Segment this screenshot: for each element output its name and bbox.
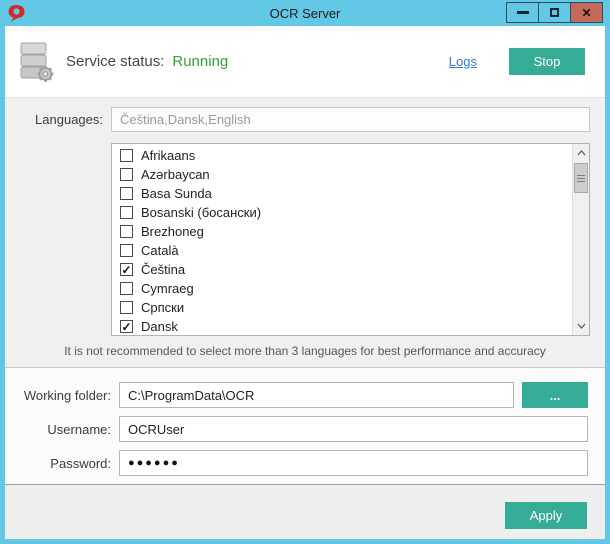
working-folder-field[interactable] [119, 382, 514, 408]
checkbox-checked-icon[interactable]: ✓ [120, 320, 133, 333]
scrollbar-thumb[interactable] [574, 163, 588, 193]
language-label: Azərbaycan [141, 167, 210, 182]
username-field[interactable] [119, 416, 588, 442]
language-list-item[interactable]: ✓ Čeština [118, 260, 571, 279]
language-list-item[interactable]: Afrikaans [118, 146, 571, 165]
titlebar: OCR Server ✕ [0, 0, 610, 26]
language-list-item[interactable]: Српски [118, 298, 571, 317]
languages-note: It is not recommended to select more tha… [5, 344, 605, 358]
scrollbar-gripper-icon [577, 175, 585, 182]
selected-languages-field[interactable] [111, 107, 590, 132]
languages-label: Languages: [35, 112, 103, 127]
language-list-item[interactable]: Bosanski (босански) [118, 203, 571, 222]
language-list-item[interactable]: Basa Sunda [118, 184, 571, 203]
language-label: Dansk [141, 319, 178, 334]
checkbox-unchecked-icon[interactable] [120, 206, 133, 219]
checkbox-unchecked-icon[interactable] [120, 282, 133, 295]
close-button[interactable]: ✕ [570, 2, 603, 23]
minimize-icon [517, 11, 529, 14]
language-list: Afrikaans Azərbaycan Basa Sunda Bosanski (б… [111, 143, 590, 336]
settings-form-section: Working folder: ... Username: Password: [5, 368, 605, 485]
scroll-up-icon[interactable] [573, 145, 589, 161]
language-label: Cymraeg [141, 281, 194, 296]
scroll-down-icon[interactable] [573, 318, 589, 334]
maximize-icon [550, 8, 559, 17]
window-controls: ✕ [507, 2, 603, 23]
language-list-item[interactable]: Azərbaycan [118, 165, 571, 184]
language-label: Basa Sunda [141, 186, 212, 201]
language-label: Afrikaans [141, 148, 195, 163]
minimize-button[interactable] [506, 2, 539, 23]
checkbox-unchecked-icon[interactable] [120, 149, 133, 162]
checkbox-unchecked-icon[interactable] [120, 225, 133, 238]
language-list-item[interactable]: ✓ Dansk [118, 317, 571, 336]
checkbox-unchecked-icon[interactable] [120, 301, 133, 314]
apply-button[interactable]: Apply [505, 502, 587, 529]
footer-section: Apply [5, 485, 605, 539]
username-label: Username: [5, 422, 111, 437]
stop-button[interactable]: Stop [509, 48, 585, 75]
status-section: Service status: Running Logs Stop [5, 26, 605, 98]
server-icon [18, 41, 54, 83]
service-status-value: Running [172, 53, 228, 70]
window-content: Service status: Running Logs Stop Langua… [5, 26, 605, 539]
working-folder-label: Working folder: [5, 388, 111, 403]
maximize-button[interactable] [538, 2, 571, 23]
language-list-item[interactable]: Cymraeg [118, 279, 571, 298]
checkbox-checked-icon[interactable]: ✓ [120, 263, 133, 276]
language-label: Српски [141, 300, 184, 315]
language-list-item[interactable]: Brezhoneg [118, 222, 571, 241]
logs-link[interactable]: Logs [449, 54, 477, 69]
ocr-server-window: OCR Server ✕ [0, 0, 610, 544]
checkbox-unchecked-icon[interactable] [120, 187, 133, 200]
password-label: Password: [5, 456, 111, 471]
language-label: Bosanski (босански) [141, 205, 261, 220]
service-status-label: Service status: [66, 53, 164, 70]
language-list-items: Afrikaans Azərbaycan Basa Sunda Bosanski (б… [118, 146, 571, 336]
language-label: Čeština [141, 262, 185, 277]
scrollbar[interactable] [572, 144, 589, 335]
password-field[interactable] [119, 450, 588, 476]
close-icon: ✕ [581, 7, 591, 19]
checkbox-unchecked-icon[interactable] [120, 244, 133, 257]
languages-section: Languages: Afrikaans Azərbaycan Basa Sunda… [5, 98, 605, 368]
checkbox-unchecked-icon[interactable] [120, 168, 133, 181]
gear-icon [38, 66, 54, 82]
language-list-item[interactable]: Català [118, 241, 571, 260]
language-label: Català [141, 243, 179, 258]
language-label: Brezhoneg [141, 224, 204, 239]
browse-button[interactable]: ... [522, 382, 588, 408]
